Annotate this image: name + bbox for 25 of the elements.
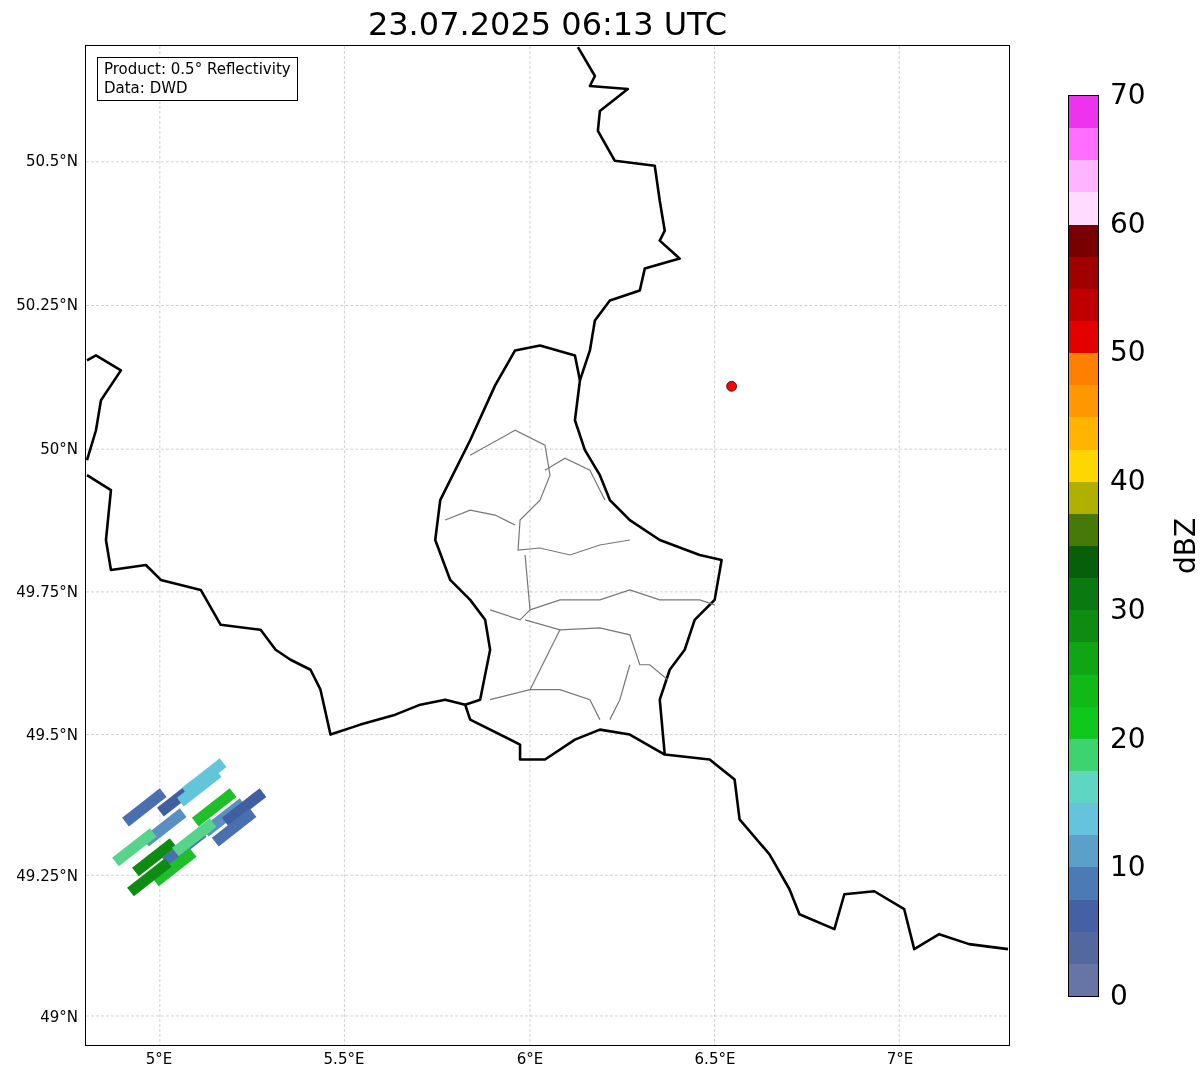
longitude-label: 7°E [885,1050,915,1068]
colorbar-tick-label: 0 [1110,980,1128,1012]
longitude-label: 5.5°E [322,1050,366,1068]
latitude-label: 49.75°N [16,583,78,601]
latitude-label: 50°N [40,440,78,458]
colorbar-label: dBZ [1170,517,1202,575]
legend-text: Data: DWD [104,79,189,98]
latitude-label: 50.5°N [25,152,78,170]
longitude-label: 6°E [515,1050,545,1068]
colorbar-tick-label: 40 [1110,465,1146,498]
colorbar-tick-label: 60 [1110,207,1146,240]
colorbar-tick-label: 30 [1110,593,1146,626]
latitude-label: 49°N [40,1008,78,1026]
colorbar-tick-label: 10 [1110,851,1146,884]
colorbar-tick-label: 70 [1110,79,1146,111]
latitude-label: 49.25°N [16,867,78,885]
longitude-label: 6.5°E [693,1050,737,1068]
longitude-label: 5°E [144,1050,174,1068]
colorbar-tick-label: 20 [1110,722,1146,755]
radar-station-marker [726,381,737,392]
colorbar-tick-label: 50 [1110,336,1146,369]
chart-title: 23.07.2025 06:13 UTC [366,4,729,44]
latitude-label: 49.5°N [25,726,78,744]
legend-text: Product: 0.5° Reflectivity [104,60,291,79]
latitude-label: 50.25°N [16,296,78,314]
